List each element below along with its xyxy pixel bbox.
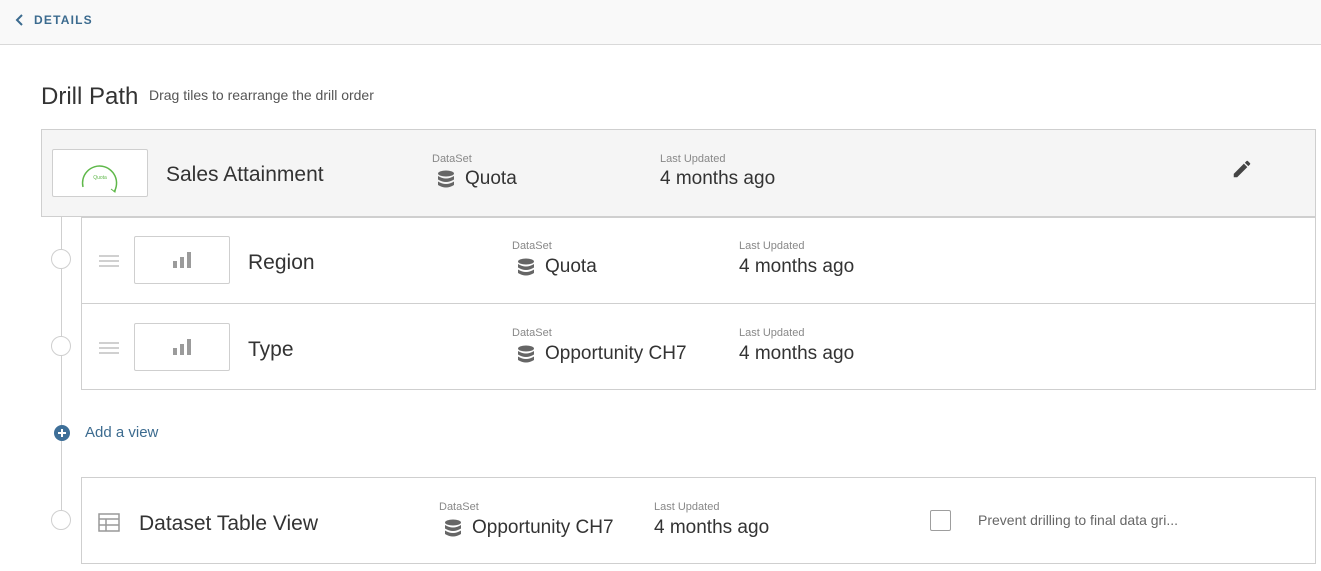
drill-view-card-region[interactable]: Region DataSet Quota Last Updated 4 mont… [81,217,1316,304]
timeline-node [51,249,71,269]
gauge-label: Quota [93,175,107,181]
timeline-node [51,336,71,356]
last-updated-value: 4 months ago [739,343,855,364]
top-bar: DETAILS [0,0,1321,45]
last-updated-value: 4 months ago [660,168,776,189]
dataset-name: Quota [545,256,597,277]
bar-chart-icon [173,252,191,268]
back-label: DETAILS [34,13,93,27]
dataset-value: Opportunity CH7 [444,517,614,539]
gauge-icon: Quota [81,165,118,193]
database-icon [518,258,534,275]
drill-view-card-type[interactable]: Type DataSet Opportunity CH7 Last Update… [81,303,1316,390]
add-view-button[interactable]: Add a view [54,424,158,441]
plus-circle-icon [54,424,70,441]
dataset-table-view-card: Dataset Table View DataSet Opportunity C… [81,477,1316,564]
dataset-value: Quota [517,256,597,278]
chevron-left-icon [15,14,23,26]
page-title: Drill Path [41,83,139,110]
table-icon [98,513,120,532]
dataset-value: Opportunity CH7 [517,343,687,365]
dataset-name: Opportunity CH7 [472,517,614,538]
timeline-node [51,510,71,530]
dataset-name: Quota [465,168,517,189]
last-updated-label: Last Updated [739,240,805,252]
root-thumbnail: Quota [52,149,148,197]
dataset-label: DataSet [439,501,479,513]
view-name: Type [248,338,294,361]
database-icon [518,345,534,362]
table-view-name: Dataset Table View [139,512,319,535]
page-subtitle: Drag tiles to rearrange the drill order [149,87,374,103]
dataset-label: DataSet [512,327,552,339]
drag-handle-icon[interactable] [99,342,119,354]
last-updated-label: Last Updated [660,153,726,165]
dataset-name: Opportunity CH7 [545,343,687,364]
bar-chart-icon [173,339,191,355]
database-icon [445,519,461,536]
root-card: Quota Sales Attainment DataSet Quota Las… [41,129,1316,217]
view-thumbnail [134,236,230,284]
prevent-drilling-label: Prevent drilling to final data gri... [978,512,1178,528]
last-updated-label: Last Updated [654,501,720,513]
root-card-name: Sales Attainment [166,163,324,186]
back-to-details-link[interactable]: DETAILS [15,13,93,27]
last-updated-value: 4 months ago [654,517,770,538]
drag-handle-icon[interactable] [99,255,119,267]
dataset-value: Quota [437,168,517,190]
dataset-label: DataSet [512,240,552,252]
dataset-label: DataSet [432,153,472,165]
prevent-drilling-checkbox[interactable] [930,510,951,531]
database-icon [438,170,454,187]
pencil-icon[interactable] [1231,158,1253,180]
last-updated-label: Last Updated [739,327,805,339]
add-view-label: Add a view [85,424,159,441]
view-name: Region [248,251,315,274]
last-updated-value: 4 months ago [739,256,855,277]
view-thumbnail [134,323,230,371]
